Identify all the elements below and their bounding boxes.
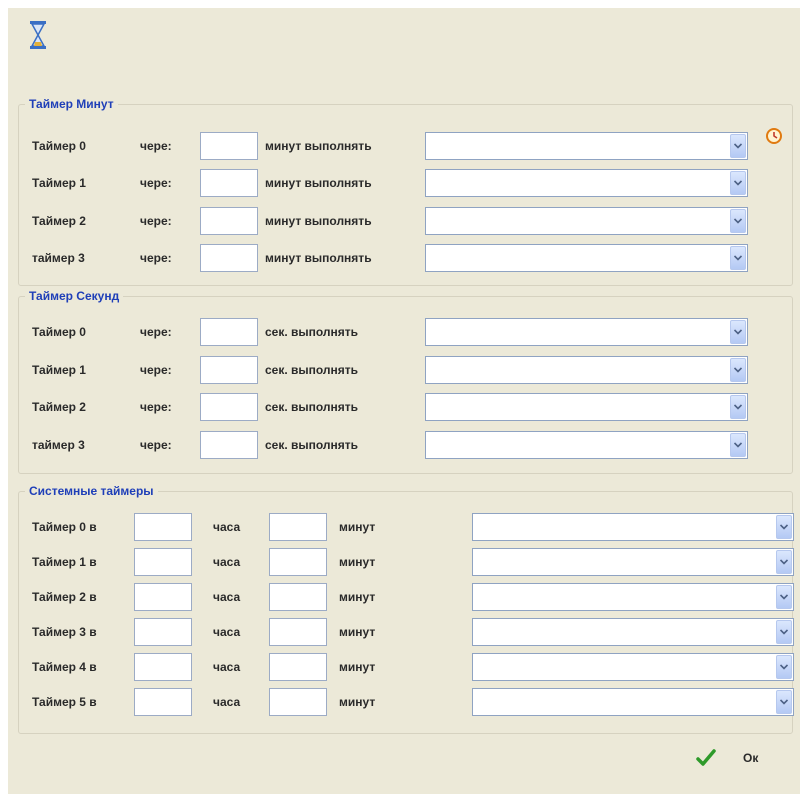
chevron-down-icon[interactable] (730, 395, 746, 419)
minute-timer-2-action-label: минут выполнять (265, 214, 372, 228)
minute-timer-0-action-label: минут выполнять (265, 139, 372, 153)
minute-timer-1-via-label: чере: (140, 176, 172, 190)
second-timer-3-action-label: сек. выполнять (265, 438, 359, 452)
second-timer-2-action-label: сек. выполнять (265, 400, 359, 414)
minute-timer-3-command-select[interactable] (425, 244, 748, 272)
system-timer-4-command-select[interactable] (472, 653, 794, 681)
system-timer-3-minutes-label: минут (339, 625, 376, 639)
minute-timer-1-command-select[interactable] (425, 169, 748, 197)
system-timer-4-label: Таймер 4 в (32, 660, 97, 674)
system-timer-1-command-select[interactable] (472, 548, 794, 576)
system-timer-1-minutes-label: минут (339, 555, 376, 569)
ok-button[interactable]: Ок (743, 751, 758, 765)
system-timer-0-minutes-label: минут (339, 520, 376, 534)
second-timer-3-via-label: чере: (140, 438, 172, 452)
system-timer-3-hours-label: часа (213, 625, 241, 639)
system-timer-4-minute-input[interactable] (269, 653, 327, 681)
second-timers-title: Таймер Секунд (25, 288, 124, 304)
second-timer-1-command-select[interactable] (425, 356, 748, 384)
second-timer-0-label: Таймер 0 (32, 325, 86, 339)
minute-timer-0-label: Таймер 0 (32, 139, 86, 153)
system-timer-2-time-input[interactable] (134, 583, 192, 611)
minute-timer-0-via-label: чере: (140, 139, 172, 153)
minute-timer-1-label: Таймер 1 (32, 176, 86, 190)
system-timer-5-command-select[interactable] (472, 688, 794, 716)
second-timer-3-label: таймер 3 (32, 438, 85, 452)
chevron-down-icon[interactable] (730, 246, 746, 270)
system-timer-0-command-select[interactable] (472, 513, 794, 541)
second-timer-1-label: Таймер 1 (32, 363, 86, 377)
system-timer-5-hours-label: часа (213, 695, 241, 709)
minute-timer-1-input[interactable] (200, 169, 258, 197)
system-timer-3-minute-input[interactable] (269, 618, 327, 646)
minute-timer-0-input[interactable] (200, 132, 258, 160)
second-timer-0-command-select[interactable] (425, 318, 748, 346)
system-timers-title: Системные таймеры (25, 483, 158, 499)
minute-timer-3-label: таймер 3 (32, 251, 85, 265)
system-timer-3-command-select[interactable] (472, 618, 794, 646)
chevron-down-icon[interactable] (776, 655, 792, 679)
second-timer-1-via-label: чере: (140, 363, 172, 377)
second-timer-1-input[interactable] (200, 356, 258, 384)
system-timer-2-minutes-label: минут (339, 590, 376, 604)
second-timer-3-input[interactable] (200, 431, 258, 459)
minute-timer-2-label: Таймер 2 (32, 214, 86, 228)
system-timer-5-label: Таймер 5 в (32, 695, 97, 709)
system-timer-0-hours-label: часа (213, 520, 241, 534)
minute-timer-2-input[interactable] (200, 207, 258, 235)
minute-timer-3-action-label: минут выполнять (265, 251, 372, 265)
clock-icon[interactable] (765, 127, 783, 145)
system-timer-3-time-input[interactable] (134, 618, 192, 646)
system-timer-5-time-input[interactable] (134, 688, 192, 716)
system-timer-1-minute-input[interactable] (269, 548, 327, 576)
system-timer-4-hours-label: часа (213, 660, 241, 674)
second-timer-2-label: Таймер 2 (32, 400, 86, 414)
chevron-down-icon[interactable] (730, 358, 746, 382)
minute-timer-2-command-select[interactable] (425, 207, 748, 235)
checkmark-icon[interactable] (696, 748, 716, 768)
system-timer-0-minute-input[interactable] (269, 513, 327, 541)
second-timer-0-input[interactable] (200, 318, 258, 346)
system-timer-1-hours-label: часа (213, 555, 241, 569)
system-timer-1-label: Таймер 1 в (32, 555, 97, 569)
system-timer-3-label: Таймер 3 в (32, 625, 97, 639)
system-timer-0-label: Таймер 0 в (32, 520, 97, 534)
chevron-down-icon[interactable] (730, 171, 746, 195)
chevron-down-icon[interactable] (776, 585, 792, 609)
second-timer-0-via-label: чере: (140, 325, 172, 339)
system-timer-5-minutes-label: минут (339, 695, 376, 709)
chevron-down-icon[interactable] (776, 550, 792, 574)
system-timer-2-hours-label: часа (213, 590, 241, 604)
minute-timer-0-command-select[interactable] (425, 132, 748, 160)
minute-timer-1-action-label: минут выполнять (265, 176, 372, 190)
minute-timer-2-via-label: чере: (140, 214, 172, 228)
system-timer-5-minute-input[interactable] (269, 688, 327, 716)
second-timer-2-command-select[interactable] (425, 393, 748, 421)
chevron-down-icon[interactable] (730, 209, 746, 233)
chevron-down-icon[interactable] (776, 620, 792, 644)
second-timer-0-action-label: сек. выполнять (265, 325, 359, 339)
system-timer-2-label: Таймер 2 в (32, 590, 97, 604)
second-timer-2-input[interactable] (200, 393, 258, 421)
second-timer-2-via-label: чере: (140, 400, 172, 414)
chevron-down-icon[interactable] (730, 320, 746, 344)
chevron-down-icon[interactable] (730, 134, 746, 158)
system-timer-4-time-input[interactable] (134, 653, 192, 681)
second-timer-3-command-select[interactable] (425, 431, 748, 459)
hourglass-icon (30, 21, 46, 49)
system-timer-1-time-input[interactable] (134, 548, 192, 576)
minute-timer-3-input[interactable] (200, 244, 258, 272)
chevron-down-icon[interactable] (776, 515, 792, 539)
system-timer-0-time-input[interactable] (134, 513, 192, 541)
system-timer-2-minute-input[interactable] (269, 583, 327, 611)
system-timer-4-minutes-label: минут (339, 660, 376, 674)
chevron-down-icon[interactable] (776, 690, 792, 714)
system-timer-2-command-select[interactable] (472, 583, 794, 611)
chevron-down-icon[interactable] (730, 433, 746, 457)
minute-timer-3-via-label: чере: (140, 251, 172, 265)
minute-timers-title: Таймер Минут (25, 96, 118, 112)
timer-settings-window: Таймер Минут Таймер Секунд Системные тай… (8, 8, 800, 794)
second-timer-1-action-label: сек. выполнять (265, 363, 359, 377)
